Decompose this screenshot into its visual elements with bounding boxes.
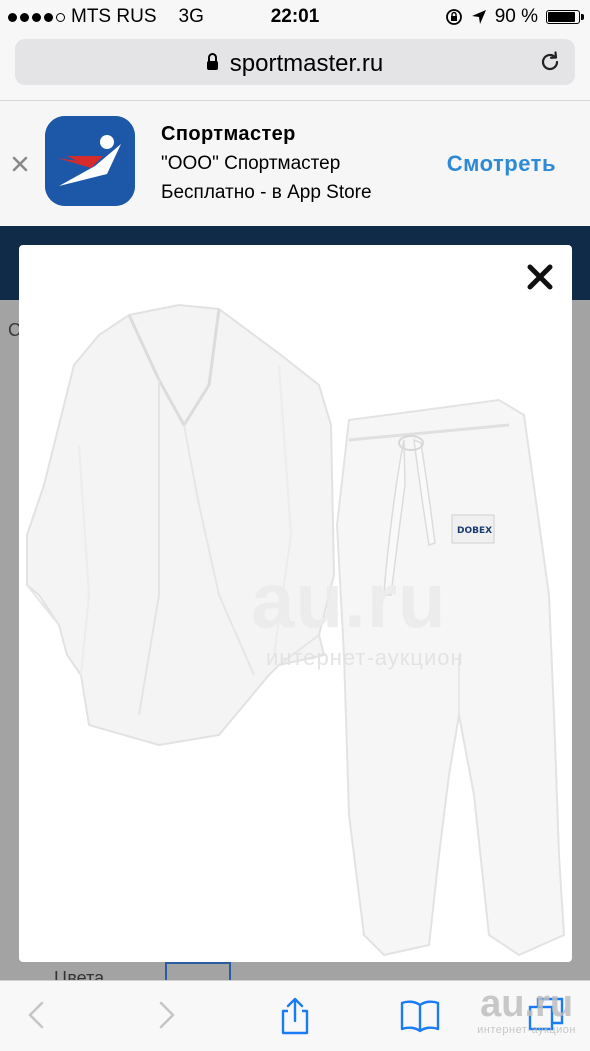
forward-icon[interactable]: [145, 995, 185, 1035]
share-icon[interactable]: [275, 995, 315, 1035]
app-icon[interactable]: [45, 116, 135, 206]
corner-watermark-logo: au.ru: [480, 983, 574, 1025]
back-icon[interactable]: [18, 995, 58, 1035]
smart-app-banner: Спортмастер "ООО" Спортмастер Бесплатно …: [0, 101, 590, 227]
status-right: 90 %: [445, 6, 584, 28]
address-bar-area: sportmaster.ru: [0, 34, 590, 101]
sportmaster-logo-icon: [45, 116, 135, 206]
battery-fill: [548, 12, 575, 22]
close-icon[interactable]: [10, 154, 30, 174]
image-modal: DOBEX au.ru интернет-аукцион: [19, 245, 572, 962]
url-display[interactable]: sportmaster.ru: [15, 50, 575, 78]
corner-watermark-subtitle: интернет-аукцион: [477, 1024, 576, 1036]
status-bar: MTS RUS 3G 22:01 90 %: [0, 0, 590, 34]
rotation-lock-icon: [445, 9, 462, 25]
url-text: sportmaster.ru: [229, 50, 384, 77]
app-company: "ООО" Спортмастер: [161, 153, 341, 174]
close-icon[interactable]: [526, 263, 554, 291]
location-arrow-icon: [471, 10, 486, 24]
app-name: Спортмастер: [161, 123, 296, 145]
address-bar[interactable]: sportmaster.ru: [15, 39, 575, 85]
view-in-app-store-button[interactable]: Смотреть: [447, 151, 556, 177]
lock-icon: [206, 53, 218, 70]
reload-icon[interactable]: [539, 51, 561, 73]
jacket-shape: [26, 303, 336, 747]
brand-tag-text: DOBEX: [457, 526, 492, 536]
bookmarks-icon[interactable]: [400, 995, 440, 1035]
colors-label: Цвета: [54, 968, 105, 980]
pants-shape: DOBEX: [335, 398, 566, 957]
color-swatch[interactable]: [165, 962, 231, 980]
watermark-logo: au.ru: [251, 556, 447, 644]
watermark-subtitle: интернет-аукцион: [266, 645, 464, 670]
app-price: Бесплатно - в App Store: [161, 182, 372, 203]
battery-icon: [546, 10, 584, 24]
battery-percent: 90 %: [494, 6, 538, 27]
corner-watermark: au.ru интернет-аукцион: [477, 984, 576, 1036]
